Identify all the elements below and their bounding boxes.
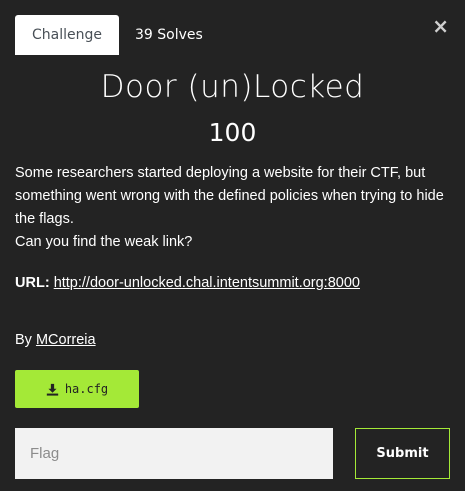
- challenge-description: Some researchers started deploying a web…: [15, 162, 455, 254]
- author-prefix: By: [15, 332, 32, 348]
- close-icon[interactable]: ×: [432, 12, 449, 40]
- challenge-title: Door (un)Locked: [100, 69, 365, 105]
- challenge-points: 100: [208, 118, 257, 147]
- challenge-tabs: Challenge 39 Solves: [15, 15, 220, 55]
- challenge-url-link[interactable]: http://door-unlocked.chal.intentsummit.o…: [54, 275, 360, 291]
- submit-button[interactable]: Submit: [355, 428, 450, 479]
- download-icon: [46, 383, 58, 396]
- file-download-button[interactable]: ha.cfg: [15, 370, 139, 408]
- url-label: URL:: [15, 275, 50, 291]
- tab-challenge[interactable]: Challenge: [15, 15, 119, 55]
- author-line: By MCorreia: [15, 332, 96, 348]
- flag-input[interactable]: [15, 428, 333, 479]
- tab-solves[interactable]: 39 Solves: [119, 15, 220, 55]
- description-line: Can you find the weak link?: [15, 234, 193, 250]
- url-line: URL: http://door-unlocked.chal.intentsum…: [15, 275, 360, 291]
- file-name: ha.cfg: [64, 382, 109, 396]
- description-line: Some researchers started deploying a web…: [15, 165, 444, 227]
- author-link[interactable]: MCorreia: [36, 332, 96, 348]
